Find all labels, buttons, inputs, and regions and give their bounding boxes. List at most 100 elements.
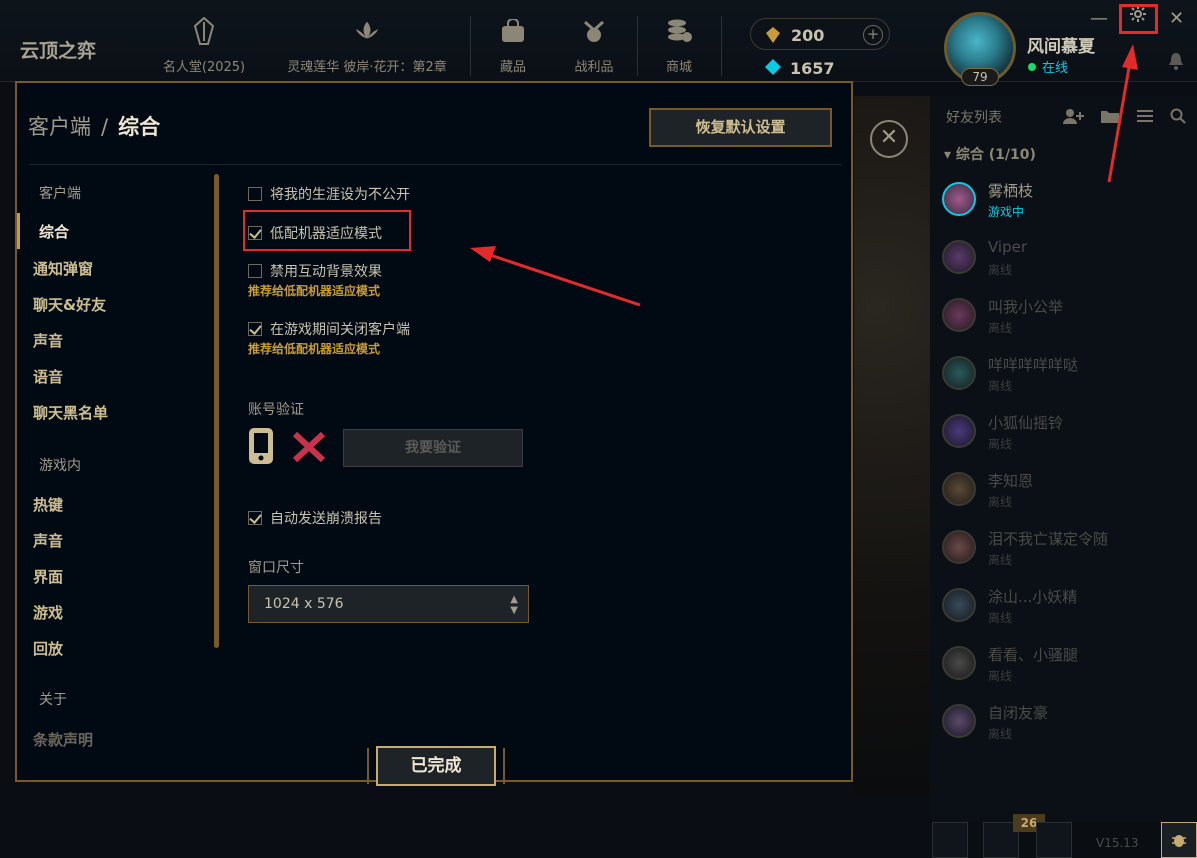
friend-avatar (942, 240, 976, 274)
lotus-icon (353, 16, 381, 46)
option-crash-report[interactable]: 自动发送崩溃报告 (248, 508, 382, 528)
nav-loot[interactable]: 战利品 (572, 16, 616, 76)
nav-divider (721, 16, 722, 76)
option-private-career[interactable]: 将我的生涯设为不公开 (248, 184, 410, 204)
friend-avatar (942, 182, 976, 216)
friend-avatar (942, 356, 976, 390)
option-close-client-ingame[interactable]: 在游戏期间关闭客户端 (248, 319, 410, 339)
friend-avatar (942, 472, 976, 506)
sidebar-item-sound[interactable]: 声音 (33, 330, 63, 351)
list-item[interactable]: 看看、小骚腿 离线 (940, 640, 1190, 690)
online-dot-icon (1028, 62, 1036, 71)
friends-panel: 好友列表 ▾ 综合 (1/10) 雾栖枝 游戏中 Viper 离线 叫我小公举 … (930, 96, 1197, 858)
select-arrows-icon: ▲ ▼ (510, 594, 518, 616)
blue-essence-amount: 1657 (790, 59, 835, 78)
rp-wallet[interactable]: 200 + (750, 18, 890, 50)
sidebar-item-hotkeys[interactable]: 热键 (33, 494, 63, 515)
list-item[interactable]: 咩咩咩咩咩哒 离线 (940, 350, 1190, 400)
friends-toolbar (1062, 108, 1186, 128)
sidebar-item-general[interactable]: 综合 (39, 221, 69, 242)
friend-avatar (942, 646, 976, 680)
checkbox[interactable] (248, 264, 262, 278)
list-item[interactable]: Viper 离线 (940, 234, 1190, 284)
option-label: 在游戏期间关闭客户端 (270, 322, 410, 338)
nav-collection[interactable]: 藏品 (495, 16, 531, 76)
annotation-highlight-gear (1119, 4, 1158, 34)
nav-label: 战利品 (574, 60, 614, 75)
friend-name: 小狐仙摇铃 (988, 414, 1064, 432)
minimize-icon[interactable]: — (1090, 8, 1108, 29)
close-overlay-button[interactable]: ✕ (870, 120, 908, 158)
verify-button[interactable]: 我要验证 (343, 429, 523, 467)
option-hint: 推荐给低配机器适应模式 (248, 342, 381, 356)
rp-amount: 200 (791, 26, 825, 45)
sidebar-item-replays[interactable]: 回放 (33, 638, 63, 659)
breadcrumb: 客户端 / 综合 (28, 111, 160, 141)
option-hint: 推荐给低配机器适应模式 (248, 284, 381, 298)
add-friend-icon[interactable] (1062, 108, 1084, 128)
nav-divider (470, 16, 471, 76)
blue-essence-icon (764, 58, 782, 80)
microphone-icon[interactable] (1036, 822, 1072, 858)
close-icon[interactable]: ✕ (1169, 8, 1184, 29)
search-icon[interactable] (1170, 108, 1186, 128)
account-verify-label: 账号验证 (248, 402, 304, 418)
window-size-label: 窗口尺寸 (248, 560, 304, 576)
sidebar-item-interface[interactable]: 界面 (33, 566, 63, 587)
sidebar-item-ingame-sound[interactable]: 声音 (33, 530, 63, 551)
bug-report-icon[interactable] (1161, 822, 1197, 858)
done-button[interactable]: 已完成 (376, 746, 496, 786)
nav-divider (637, 16, 638, 76)
nav-label: 藏品 (499, 60, 526, 75)
online-status[interactable]: 在线 (1028, 57, 1068, 76)
option-label: 将我的生涯设为不公开 (270, 187, 410, 203)
add-folder-icon[interactable] (1100, 108, 1120, 128)
friend-status: 离线 (988, 321, 1013, 335)
bell-icon[interactable] (1168, 52, 1184, 74)
nav-event-pass[interactable]: 灵魂莲华 彼岸·花开：第2章 (278, 16, 456, 76)
friend-avatar (942, 530, 976, 564)
nav-hall-of-fame[interactable]: 名人堂(2025) (160, 16, 248, 76)
checkbox[interactable] (248, 187, 262, 201)
friend-name: 咩咩咩咩咩哒 (988, 356, 1079, 374)
sidebar-item-terms[interactable]: 条款声明 (33, 729, 93, 750)
list-item[interactable]: 小狐仙摇铃 离线 (940, 408, 1190, 458)
section-about: 关于 (39, 692, 67, 708)
option-disable-background[interactable]: 禁用互动背景效果 (248, 261, 382, 281)
window-size-value: 1024 x 576 (264, 596, 344, 612)
nav-store[interactable]: 商城 (662, 16, 696, 76)
section-ingame: 游戏内 (39, 458, 81, 474)
checkbox-checked[interactable] (248, 511, 262, 525)
settings-modal: 客户端 / 综合 恢复默认设置 客户端 综合 通知弹窗 聊天&好友 声音 语音 聊天… (15, 81, 853, 786)
checkbox-checked[interactable] (248, 322, 262, 336)
list-item[interactable]: 李知恩 离线 (940, 466, 1190, 516)
list-item[interactable]: 叫我小公举 离线 (940, 292, 1190, 342)
restore-defaults-button[interactable]: 恢复默认设置 (649, 108, 832, 147)
nav-label: 商城 (665, 60, 692, 75)
list-item[interactable]: 泪不我亡谋定令随 离线 (940, 524, 1190, 574)
friend-name: 涂山...小妖精 (988, 588, 1078, 606)
friend-status: 离线 (988, 611, 1013, 625)
nav-label: 名人堂(2025) (162, 60, 246, 75)
friend-group-title[interactable]: ▾ 综合 (1/10) (944, 144, 1036, 164)
sidebar-item-voice[interactable]: 语音 (33, 366, 63, 387)
list-item[interactable]: 雾栖枝 游戏中 (940, 176, 1190, 226)
sidebar-scrollbar[interactable] (214, 174, 219, 648)
list-view-icon[interactable] (1136, 108, 1154, 128)
phone-icon (248, 427, 274, 469)
friend-status: 离线 (988, 553, 1013, 567)
sidebar-item-game[interactable]: 游戏 (33, 602, 63, 623)
sidebar-item-chat-friends[interactable]: 聊天&好友 (33, 294, 106, 315)
sidebar-item-chat-blocklist[interactable]: 聊天黑名单 (33, 402, 108, 423)
friend-status: 离线 (988, 263, 1013, 277)
friend-avatar (942, 414, 976, 448)
add-rp-button[interactable]: + (863, 25, 883, 45)
window-size-select[interactable]: 1024 x 576 ▲ ▼ (248, 585, 529, 623)
friend-status: 离线 (988, 669, 1013, 683)
active-indicator (17, 213, 20, 249)
list-item[interactable]: 自闭友豪 离线 (940, 698, 1190, 748)
breadcrumb-parent: 客户端 (28, 115, 91, 139)
chat-icon[interactable] (932, 822, 968, 858)
sidebar-item-notifications[interactable]: 通知弹窗 (33, 258, 93, 279)
list-item[interactable]: 涂山...小妖精 离线 (940, 582, 1190, 632)
